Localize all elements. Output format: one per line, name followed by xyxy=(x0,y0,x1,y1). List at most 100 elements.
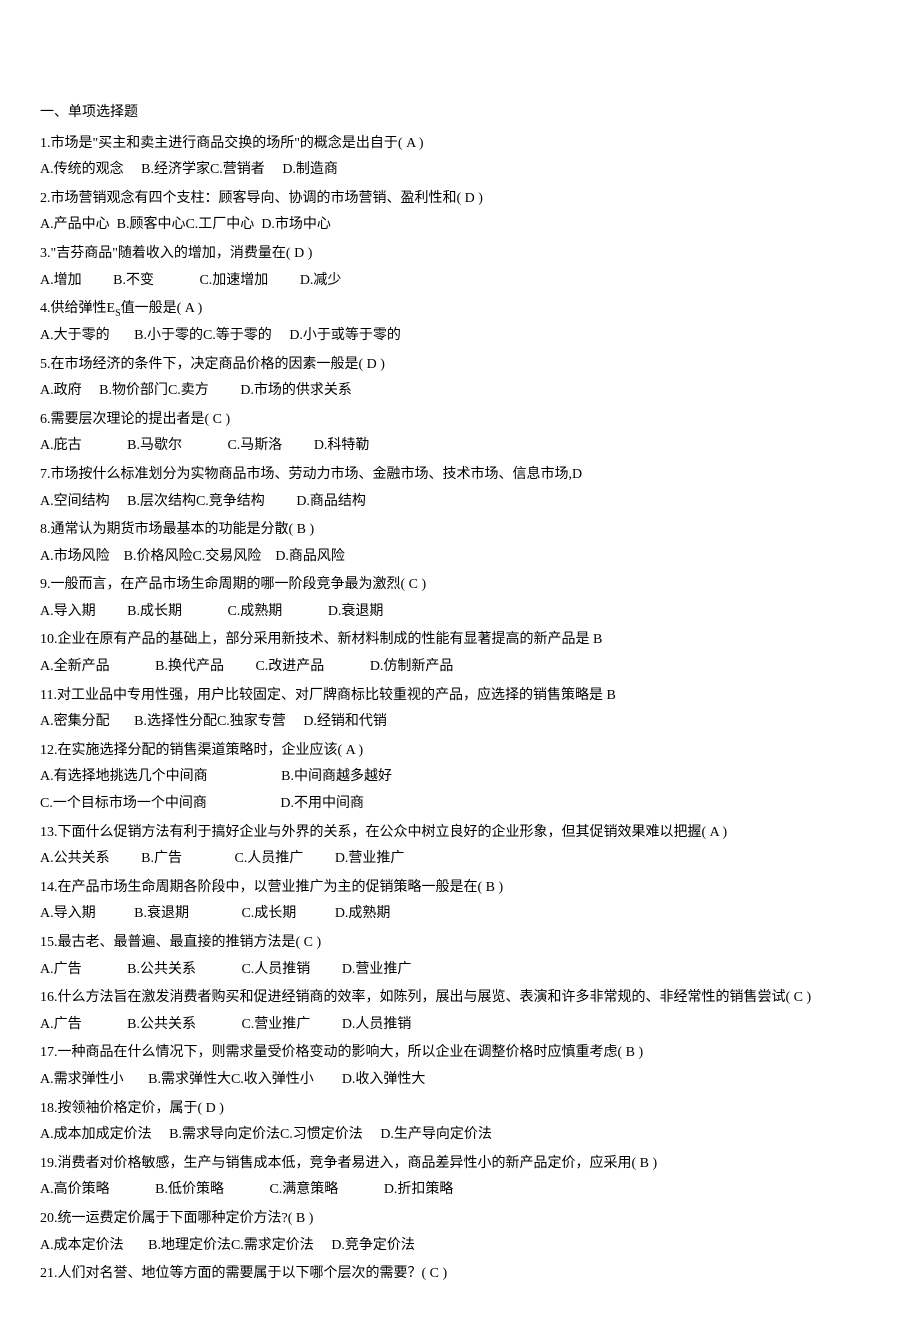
question-1: 1.市场是"买主和卖主进行商品交换的场所"的概念是出自于( A )A.传统的观念… xyxy=(40,131,880,184)
option: C.等于零的 xyxy=(203,323,289,350)
options-row: C.一个目标市场一个中间商 D.不用中间商 xyxy=(40,791,880,818)
option: C.成熟期 xyxy=(227,599,327,626)
question-16: 16.什么方法旨在激发消费者购买和促进经销商的效率，如陈列，展出与展览、表演和许… xyxy=(40,985,880,1038)
question-2: 2.市场营销观念有四个支柱：顾客导向、协调的市场营销、盈利性和( D )A.产品… xyxy=(40,186,880,239)
question-10: 10.企业在原有产品的基础上，部分采用新技术、新材料制成的性能有显著提高的新产品… xyxy=(40,627,880,680)
options-row: A.传统的观念 B.经济学家C.营销者 D.制造商 xyxy=(40,157,880,184)
option: B.换代产品 xyxy=(155,654,255,681)
option: D.衰退期 xyxy=(328,599,384,626)
option: A.政府 xyxy=(40,378,99,405)
option: C.需求定价法 xyxy=(231,1233,331,1260)
question-13: 13.下面什么促销方法有利于搞好企业与外界的关系，在公众中树立良好的企业形象，但… xyxy=(40,820,880,873)
question-18: 18.按领袖价格定价，属于( D )A.成本加成定价法 B.需求导向定价法C.习… xyxy=(40,1096,880,1149)
question-text: 15.最古老、最普遍、最直接的推销方法是( C ) xyxy=(40,930,880,957)
question-text: 20.统一运费定价属于下面哪种定价方法?( B ) xyxy=(40,1206,880,1233)
option: C.收入弹性小 xyxy=(231,1067,342,1094)
question-12: 12.在实施选择分配的销售渠道策略时，企业应该( A )A.有选择地挑选几个中间… xyxy=(40,738,880,818)
option: C.营业推广 xyxy=(241,1012,341,1039)
option: A.导入期 xyxy=(40,901,134,928)
option: C.满意策略 xyxy=(269,1177,383,1204)
question-text: 19.消费者对价格敏感，生产与销售成本低，竞争者易进入，商品差异性小的新产品定价… xyxy=(40,1151,880,1178)
options-row: A.成本定价法 B.地理定价法C.需求定价法 D.竞争定价法 xyxy=(40,1233,880,1260)
option: D.商品风险 xyxy=(275,544,345,571)
option: C.交易风险 xyxy=(192,544,275,571)
option: C.卖方 xyxy=(168,378,240,405)
option: D.经销和代销 xyxy=(303,709,387,736)
option: C.工厂中心 xyxy=(185,212,261,239)
options-row: A.有选择地挑选几个中间商 B.中间商越多越好 xyxy=(40,764,880,791)
question-9: 9.一般而言，在产品市场生命周期的哪一阶段竞争最为激烈( C )A.导入期 B.… xyxy=(40,572,880,625)
option: D.人员推销 xyxy=(342,1012,412,1039)
question-14: 14.在产品市场生命周期各阶段中，以营业推广为主的促销策略一般是在( B )A.… xyxy=(40,875,880,928)
options-row: A.庇古 B.马歇尔 C.马斯洛 D.科特勒 xyxy=(40,433,880,460)
option: A.导入期 xyxy=(40,599,127,626)
option: D.科特勒 xyxy=(314,433,370,460)
option: D.营业推广 xyxy=(335,846,405,873)
options-row: A.广告 B.公共关系 C.营业推广 D.人员推销 xyxy=(40,1012,880,1039)
question-19: 19.消费者对价格敏感，生产与销售成本低，竞争者易进入，商品差异性小的新产品定价… xyxy=(40,1151,880,1204)
option: A.广告 xyxy=(40,1012,127,1039)
question-text: 9.一般而言，在产品市场生命周期的哪一阶段竞争最为激烈( C ) xyxy=(40,572,880,599)
option: B.选择性分配 xyxy=(134,709,217,736)
option: A.成本加成定价法 xyxy=(40,1122,169,1149)
option: C.习惯定价法 xyxy=(280,1122,380,1149)
option: D.成熟期 xyxy=(335,901,391,928)
question-15: 15.最古老、最普遍、最直接的推销方法是( C )A.广告 B.公共关系 C.人… xyxy=(40,930,880,983)
options-row: A.全新产品 B.换代产品 C.改进产品 D.仿制新产品 xyxy=(40,654,880,681)
option: C.独家专营 xyxy=(217,709,303,736)
option: B.公共关系 xyxy=(127,1012,241,1039)
option: D.营业推广 xyxy=(342,957,412,984)
option: A.市场风险 xyxy=(40,544,124,571)
option: B.广告 xyxy=(141,846,234,873)
question-text: 10.企业在原有产品的基础上，部分采用新技术、新材料制成的性能有显著提高的新产品… xyxy=(40,627,880,654)
options-row: A.广告 B.公共关系 C.人员推销 D.营业推广 xyxy=(40,957,880,984)
options-row: A.大于零的 B.小于零的C.等于零的 D.小于或等于零的 xyxy=(40,323,880,350)
option: C.改进产品 xyxy=(255,654,369,681)
question-text: 7.市场按什么标准划分为实物商品市场、劳动力市场、金融市场、技术市场、信息市场,… xyxy=(40,462,880,489)
option: B.中间商越多越好 xyxy=(281,764,392,791)
option: C.人员推销 xyxy=(241,957,341,984)
option: D.不用中间商 xyxy=(280,791,364,818)
options-row: A.公共关系 B.广告 C.人员推广 D.营业推广 xyxy=(40,846,880,873)
question-4: 4.供给弹性ES值一般是( A )A.大于零的 B.小于零的C.等于零的 D.小… xyxy=(40,296,880,349)
question-7: 7.市场按什么标准划分为实物商品市场、劳动力市场、金融市场、技术市场、信息市场,… xyxy=(40,462,880,515)
option: B.小于零的 xyxy=(134,323,203,350)
option: A.需求弹性小 xyxy=(40,1067,148,1094)
options-row: A.导入期 B.成长期 C.成熟期 D.衰退期 xyxy=(40,599,880,626)
question-6: 6.需要层次理论的提出者是( C )A.庇古 B.马歇尔 C.马斯洛 D.科特勒 xyxy=(40,407,880,460)
option: D.折扣策略 xyxy=(384,1177,454,1204)
question-text: 17.一种商品在什么情况下，则需求量受价格变动的影响大，所以企业在调整价格时应慎… xyxy=(40,1040,880,1067)
option: B.经济学家 xyxy=(141,157,210,184)
option: B.需求导向定价法 xyxy=(169,1122,280,1149)
option: B.马歇尔 xyxy=(127,433,227,460)
option: D.竞争定价法 xyxy=(331,1233,415,1260)
option: C.马斯洛 xyxy=(227,433,313,460)
option: A.广告 xyxy=(40,957,127,984)
options-row: A.政府 B.物价部门C.卖方 D.市场的供求关系 xyxy=(40,378,880,405)
option: B.层次结构 xyxy=(127,489,196,516)
option: D.制造商 xyxy=(282,157,338,184)
question-21: 21.人们对名誉、地位等方面的需要属于以下哪个层次的需要？( C ) xyxy=(40,1261,880,1288)
question-text: 12.在实施选择分配的销售渠道策略时，企业应该( A ) xyxy=(40,738,880,765)
option: D.小于或等于零的 xyxy=(289,323,401,350)
options-row: A.成本加成定价法 B.需求导向定价法C.习惯定价法 D.生产导向定价法 xyxy=(40,1122,880,1149)
question-text: 11.对工业品中专用性强，用户比较固定、对厂牌商标比较重视的产品，应选择的销售策… xyxy=(40,683,880,710)
option: A.大于零的 xyxy=(40,323,134,350)
question-text: 1.市场是"买主和卖主进行商品交换的场所"的概念是出自于( A ) xyxy=(40,131,880,158)
option: A.空间结构 xyxy=(40,489,127,516)
options-row: A.高价策略 B.低价策略 C.满意策略 D.折扣策略 xyxy=(40,1177,880,1204)
question-text: 21.人们对名誉、地位等方面的需要属于以下哪个层次的需要？( C ) xyxy=(40,1261,880,1288)
option: B.成长期 xyxy=(127,599,227,626)
option: A.全新产品 xyxy=(40,654,155,681)
options-row: A.导入期 B.衰退期 C.成长期 D.成熟期 xyxy=(40,901,880,928)
option: D.生产导向定价法 xyxy=(380,1122,492,1149)
option: D.收入弹性大 xyxy=(342,1067,426,1094)
question-8: 8.通常认为期货市场最基本的功能是分散( B )A.市场风险 B.价格风险C.交… xyxy=(40,517,880,570)
options-row: A.市场风险 B.价格风险C.交易风险 D.商品风险 xyxy=(40,544,880,571)
option: C.竞争结构 xyxy=(196,489,296,516)
options-row: A.增加 B.不变 C.加速增加 D.减少 xyxy=(40,268,880,295)
option: C.人员推广 xyxy=(234,846,334,873)
question-text: 3."吉芬商品"随着收入的增加，消费量在( D ) xyxy=(40,241,880,268)
question-text: 14.在产品市场生命周期各阶段中，以营业推广为主的促销策略一般是在( B ) xyxy=(40,875,880,902)
option: A.有选择地挑选几个中间商 xyxy=(40,764,281,791)
